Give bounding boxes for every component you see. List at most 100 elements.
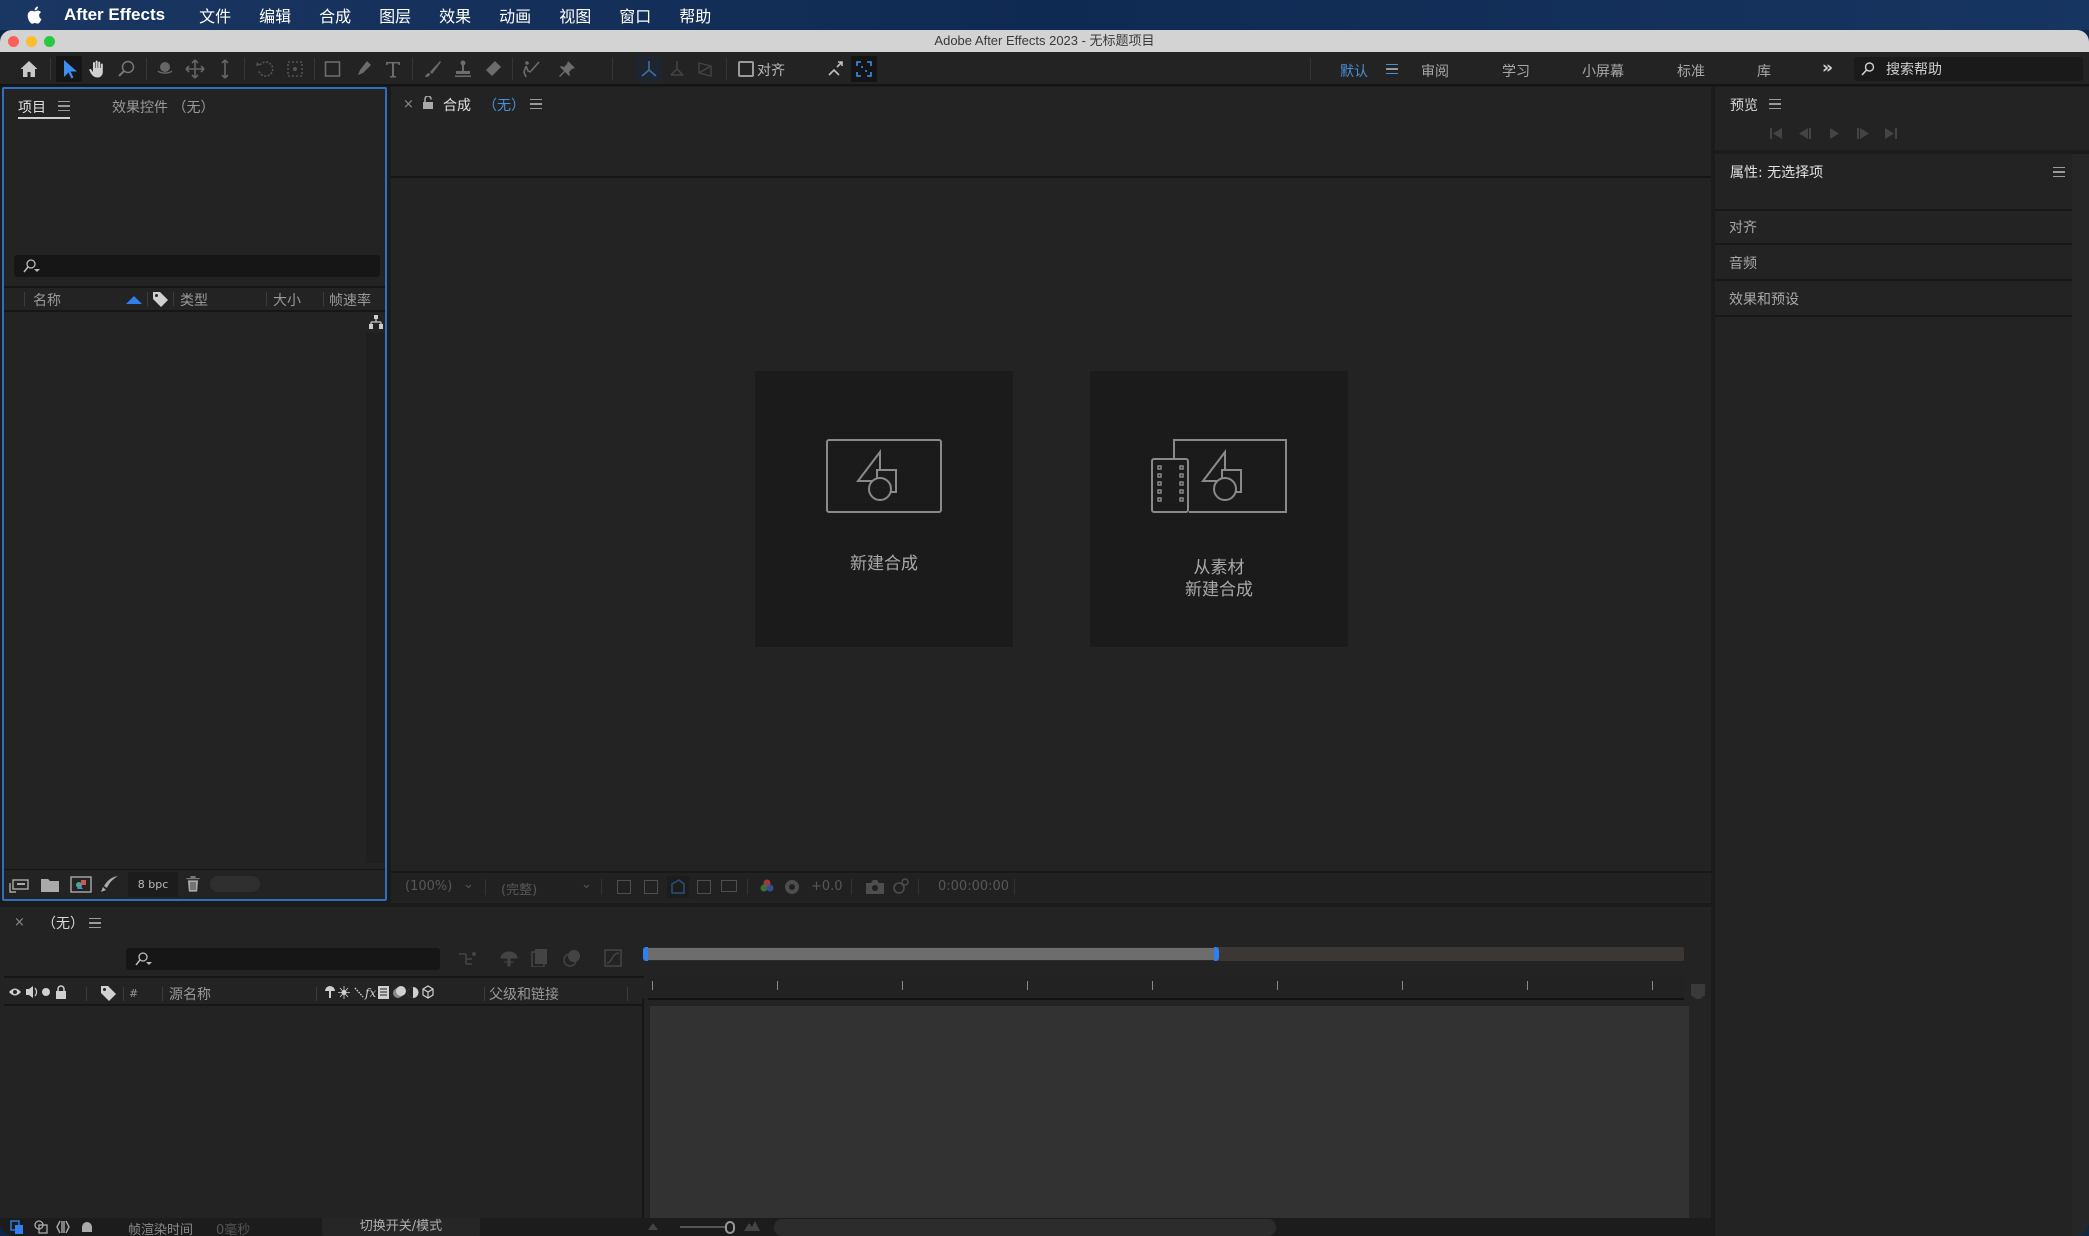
hand-tool-button[interactable] (84, 56, 110, 82)
render-time-pane-icon[interactable] (79, 1220, 95, 1234)
close-timeline-tab-button[interactable]: × (14, 915, 25, 930)
time-ruler[interactable] (648, 977, 1684, 997)
project-list-scrollbar[interactable] (366, 333, 384, 863)
navigator-start-handle[interactable] (643, 947, 648, 961)
motion-blur-icon[interactable] (563, 949, 581, 967)
feather-snap-button[interactable] (851, 56, 877, 82)
label-tag-icon[interactable] (152, 291, 169, 308)
timeline-vertical-scrollbar[interactable] (1689, 999, 1711, 1225)
tab-timeline[interactable]: （无） (42, 913, 84, 933)
menu-app-name[interactable]: After Effects (64, 5, 165, 25)
column-header-frame-rate[interactable]: 帧速率 (329, 290, 371, 310)
preview-panel-menu-icon[interactable] (1769, 99, 1781, 109)
apple-logo-icon[interactable] (24, 4, 46, 26)
orbit-camera-button[interactable] (152, 56, 178, 82)
zoom-window-button[interactable] (44, 36, 55, 47)
grid-guide-options-icon[interactable] (721, 880, 737, 892)
magnification-dropdown[interactable]: (100%) (405, 879, 452, 894)
workspace-learn[interactable]: 学习 (1502, 61, 1530, 81)
fast-previews-icon[interactable] (617, 880, 631, 894)
exposure-value[interactable]: +0.0 (811, 879, 843, 894)
zoom-tool-button[interactable] (114, 56, 140, 82)
view-axis-mode-button[interactable] (692, 56, 718, 82)
selection-tool-button[interactable] (56, 56, 82, 82)
mask-visibility-button[interactable] (667, 876, 689, 898)
workspace-overflow-button[interactable]: » (1822, 58, 1833, 78)
local-axis-mode-button[interactable] (636, 56, 662, 82)
current-time-indicator-handle[interactable] (1691, 984, 1705, 1000)
workspace-menu-icon[interactable] (1386, 64, 1398, 74)
lock-open-icon[interactable] (423, 96, 433, 109)
menu-window[interactable]: 窗口 (619, 3, 651, 27)
color-depth-button[interactable]: 8 bpc (128, 872, 178, 897)
toggle-switches-modes-button[interactable]: 切换开关/模式 (322, 1218, 480, 1236)
rectangle-tool-button[interactable] (320, 56, 346, 82)
brush-tool-button[interactable] (420, 56, 446, 82)
navigator-end-handle[interactable] (1214, 947, 1219, 961)
world-axis-mode-button[interactable] (664, 56, 690, 82)
render-queue-icon[interactable] (101, 876, 119, 892)
column-header-type[interactable]: 类型 (180, 290, 208, 310)
close-window-button[interactable] (8, 36, 19, 47)
column-header-size[interactable]: 大小 (273, 290, 301, 310)
column-header-name[interactable]: 名称 (33, 290, 61, 310)
tab-project[interactable]: 项目 (18, 97, 46, 117)
close-comp-tab-button[interactable]: × (403, 97, 414, 112)
menu-effect[interactable]: 效果 (439, 3, 471, 27)
interpret-footage-icon[interactable] (9, 877, 29, 893)
transparency-grid-icon[interactable] (644, 880, 658, 894)
pan-behind-button[interactable] (282, 56, 308, 82)
timeline-track-area[interactable] (650, 1006, 1689, 1218)
transfer-controls-pane-icon[interactable] (34, 1220, 48, 1234)
pen-tool-button[interactable] (350, 56, 376, 82)
workspace-small-screen[interactable]: 小屏幕 (1582, 61, 1624, 81)
snapshot-camera-icon[interactable] (866, 880, 884, 894)
timeline-search-input[interactable] (126, 948, 440, 970)
properties-scrollbar[interactable] (2072, 154, 2089, 1236)
zoom-out-mountain-icon[interactable] (648, 1223, 658, 1230)
exposure-reset-icon[interactable] (784, 879, 800, 895)
in-out-duration-pane-icon[interactable] (56, 1220, 70, 1234)
rotate-tool-button[interactable] (252, 56, 278, 82)
project-items-list[interactable] (4, 309, 366, 865)
timeline-zoom-slider-thumb[interactable] (725, 1221, 735, 1234)
menu-file[interactable]: 文件 (199, 3, 231, 27)
timeline-panel-menu-icon[interactable] (89, 918, 101, 928)
clone-stamp-button[interactable] (450, 56, 476, 82)
minimize-window-button[interactable] (26, 36, 37, 47)
properties-panel-menu-icon[interactable] (2053, 167, 2065, 177)
new-composition-card[interactable]: 新建合成 (755, 371, 1013, 647)
project-panel-menu-icon[interactable] (58, 101, 70, 111)
color-channel-icon[interactable] (759, 878, 775, 896)
chevron-down-icon[interactable]: ⌄ (463, 877, 474, 892)
help-search-field[interactable]: 搜索帮助 (1854, 57, 2083, 81)
new-composition-from-footage-card[interactable]: 从素材 新建合成 (1090, 371, 1348, 647)
column-header-parent-link[interactable]: 父级和链接 (489, 984, 559, 1004)
tab-composition[interactable]: 合成 (443, 95, 471, 115)
tab-effect-controls[interactable]: 效果控件 （无） (112, 97, 214, 117)
workspace-standard[interactable]: 标准 (1677, 61, 1705, 81)
graph-editor-icon[interactable] (604, 949, 622, 967)
composition-name[interactable]: （无） (483, 95, 525, 115)
sort-ascending-icon[interactable] (126, 296, 142, 304)
menu-help[interactable]: 帮助 (679, 3, 711, 27)
column-header-layer-number[interactable]: # (129, 987, 138, 1000)
layer-list-area[interactable] (0, 1006, 642, 1216)
zoom-in-mountain-icon[interactable] (744, 1221, 760, 1231)
new-composition-icon[interactable] (70, 876, 92, 893)
region-of-interest-icon[interactable] (697, 880, 711, 894)
comp-panel-menu-icon[interactable] (530, 99, 542, 109)
snap-options-button[interactable] (822, 56, 848, 82)
menu-composition[interactable]: 合成 (319, 3, 351, 27)
project-search-input[interactable] (14, 255, 380, 277)
properties-section-audio[interactable]: 音频 (1715, 247, 2072, 281)
properties-section-effects-presets[interactable]: 效果和预设 (1715, 283, 2072, 317)
type-tool-button[interactable] (380, 56, 406, 82)
chevron-down-icon[interactable]: ⌄ (581, 877, 592, 892)
menu-edit[interactable]: 编辑 (259, 3, 291, 27)
home-button[interactable] (16, 56, 42, 82)
menu-layer[interactable]: 图层 (379, 3, 411, 27)
show-snapshot-icon[interactable] (892, 878, 910, 894)
dolly-camera-button[interactable] (212, 56, 238, 82)
snap-checkbox[interactable] (738, 61, 754, 77)
